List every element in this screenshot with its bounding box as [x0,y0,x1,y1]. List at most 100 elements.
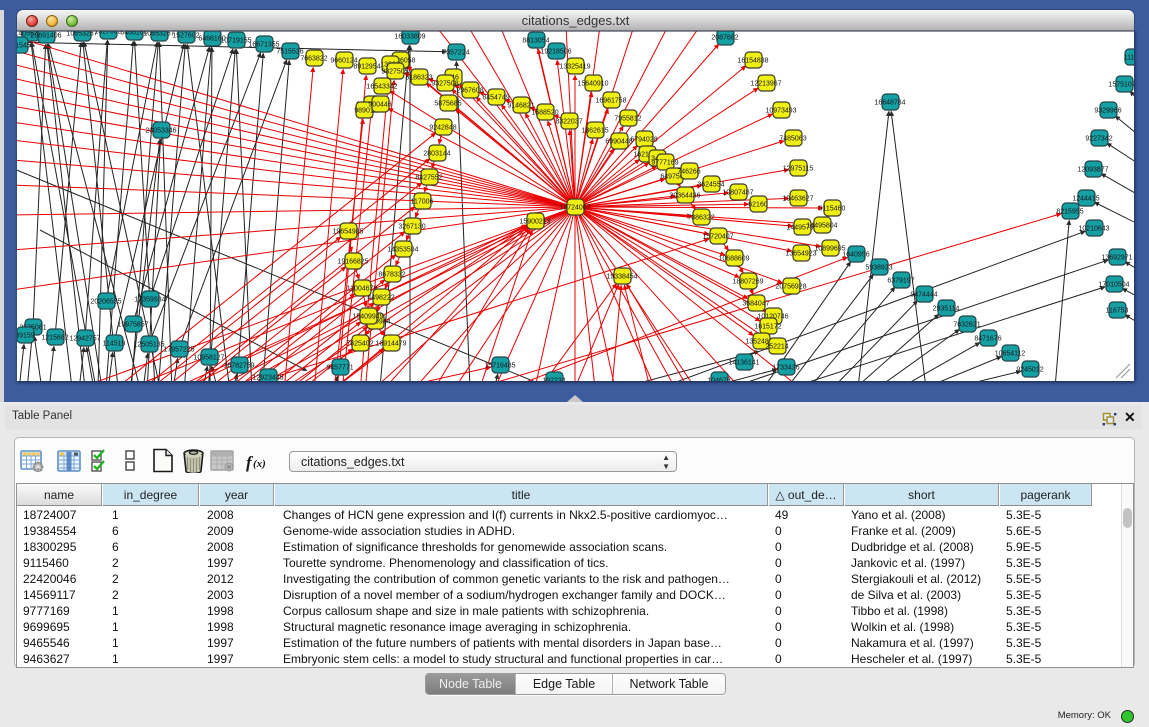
svg-text:15716485: 15716485 [484,363,515,370]
svg-text:8215955: 8215955 [1056,209,1083,216]
svg-text:10973493: 10973493 [765,108,796,115]
svg-text:10719155: 10719155 [220,38,251,45]
svg-text:10958127: 10958127 [193,355,224,362]
svg-text:1640956: 1640956 [842,252,869,259]
svg-text:2967608: 2967608 [456,88,483,95]
svg-text:16782759: 16782759 [223,363,254,370]
svg-text:12942757: 12942757 [69,336,100,343]
svg-text:10688609: 10688609 [718,256,749,263]
svg-text:1527602: 1527602 [172,33,199,40]
svg-text:116753: 116753 [1106,308,1129,315]
svg-text:9227342: 9227342 [1085,136,1112,143]
svg-text:12975115: 12975115 [783,166,814,173]
svg-text:8186323: 8186323 [405,75,432,82]
svg-text:7386322: 7386322 [687,215,714,222]
svg-text:19218506: 19218506 [540,49,571,56]
svg-text:8454749: 8454749 [482,95,509,102]
svg-text:14353594: 14353594 [387,247,418,254]
svg-text:104678: 104678 [707,378,730,382]
svg-text:98901: 98901 [354,108,374,115]
svg-text:746266: 746266 [677,169,700,176]
svg-text:1362615: 1362615 [581,128,608,135]
svg-text:9777169: 9777169 [651,160,678,167]
svg-text:9474444: 9474444 [910,292,937,299]
svg-text:1527602: 1527602 [94,31,121,36]
svg-text:16671355: 16671355 [248,42,279,49]
svg-text:3684047: 3684047 [742,301,769,308]
svg-text:62160: 62160 [748,202,768,209]
svg-text:252214: 252214 [765,344,788,351]
svg-text:19463627: 19463627 [782,196,813,203]
svg-text:19338454: 19338454 [606,274,637,281]
svg-text:5875685: 5875685 [434,101,461,108]
svg-text:7632621: 7632621 [953,322,980,329]
svg-text:15720407: 15720407 [702,234,733,241]
svg-text:991545: 991545 [17,43,31,50]
svg-text:1733426: 1733426 [772,365,799,372]
svg-text:3624554: 3624554 [697,182,724,189]
svg-text:19654985: 19654985 [332,229,363,236]
svg-text:20691406: 20691406 [30,33,61,40]
svg-text:9146821: 9146821 [507,103,534,110]
svg-text:6379197: 6379197 [887,278,914,285]
svg-text:900446: 900446 [368,102,391,109]
svg-text:8813054: 8813054 [522,38,549,45]
svg-text:7625402: 7625402 [346,341,373,348]
svg-text:10807487: 10807487 [722,190,753,197]
svg-text:10899695: 10899695 [814,246,845,253]
svg-text:8322037: 8322037 [555,119,582,126]
svg-text:20206535: 20206535 [90,299,121,306]
svg-text:1615172: 1615172 [754,324,781,331]
svg-text:6794028: 6794028 [630,137,657,144]
svg-text:15751074: 15751074 [1108,82,1134,89]
svg-text:7357224: 7357224 [442,50,469,57]
svg-text:16961758: 16961758 [595,98,626,105]
svg-text:12213967: 12213967 [750,81,781,88]
svg-text:117006: 117006 [411,199,434,206]
svg-text:3267130: 3267130 [398,224,425,231]
svg-text:6990448: 6990448 [605,139,632,146]
svg-text:9245012: 9245012 [1016,367,1043,374]
svg-text:16154838: 16154838 [737,58,768,65]
svg-text:7663822: 7663822 [300,56,327,63]
svg-text:17957225: 17957225 [163,347,194,354]
svg-text:10210643: 10210643 [1078,226,1109,233]
svg-text:10653267: 10653267 [66,31,97,38]
svg-text:14136141: 14136141 [728,360,759,367]
svg-text:15640910: 15640910 [577,81,608,88]
svg-text:15900213: 15900213 [519,219,550,226]
svg-text:19166825: 19166825 [337,259,368,266]
svg-text:16648784: 16648784 [874,100,905,107]
svg-text:10654112: 10654112 [995,351,1026,358]
svg-text:8912954: 8912954 [353,64,380,71]
svg-text:9115460: 9115460 [819,206,846,213]
svg-text:13692971: 13692971 [1101,255,1132,262]
svg-text:16543342: 16543342 [366,84,397,91]
svg-text:18807269: 18807269 [732,279,763,286]
svg-text:20053346: 20053346 [145,128,176,135]
svg-text:9242848: 9242848 [429,125,456,132]
svg-text:15409949: 15409949 [352,314,383,321]
svg-text:14495804: 14495804 [806,223,837,230]
svg-text:9457771: 9457771 [326,365,353,372]
svg-text:5938923: 5938923 [865,265,892,272]
svg-text:8471676: 8471676 [974,336,1001,343]
svg-text:39159: 39159 [17,333,35,340]
svg-text:20756928: 20756928 [775,284,806,291]
svg-text:8678332: 8678332 [378,272,405,279]
svg-text:1215682: 1215682 [41,335,68,342]
svg-text:12923445: 12923445 [252,375,283,382]
svg-text:12093877: 12093877 [1077,167,1108,174]
svg-text:4498222: 4498222 [367,295,394,302]
svg-text:1244415: 1244415 [1072,196,1099,203]
svg-text:1588520: 1588520 [531,110,558,117]
svg-text:7485063: 7485063 [779,136,806,143]
svg-text:17010504: 17010504 [1098,282,1129,289]
svg-text:20364436: 20364436 [669,193,700,200]
svg-text:13654923: 13654923 [785,251,816,258]
svg-text:7955812: 7955812 [614,116,641,123]
svg-text:(x): (x) [253,458,266,470]
svg-text:18724007: 18724007 [559,205,590,212]
svg-text:11122: 11122 [1124,55,1134,62]
svg-text:7515526: 7515526 [276,49,303,56]
